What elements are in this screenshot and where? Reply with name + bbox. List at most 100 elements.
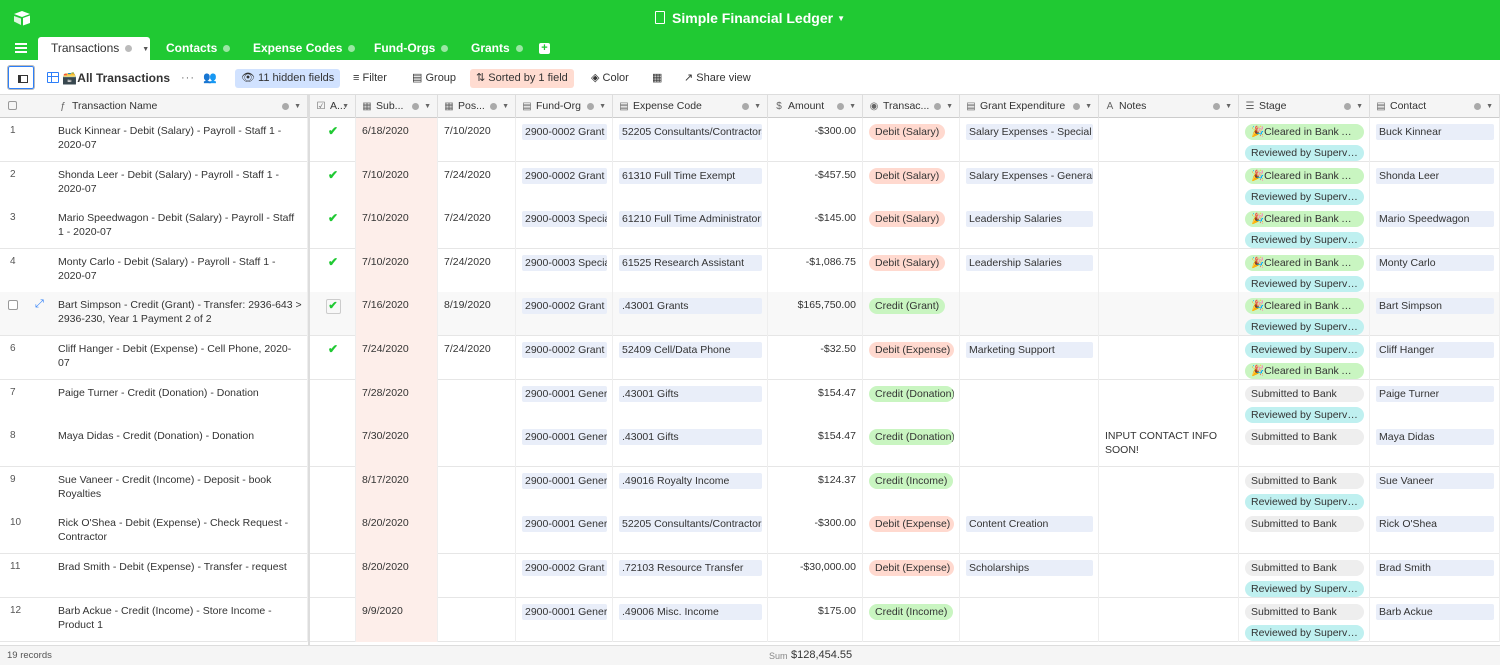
cell-approved[interactable]: ✔ (310, 118, 356, 162)
cell-contact[interactable]: Brad Smith (1370, 554, 1500, 598)
table-row[interactable]: 11 Brad Smith - Debit (Expense) - Transfe… (0, 554, 1500, 598)
table-row[interactable]: 1 Buck Kinnear - Debit (Salary) - Payroll… (0, 118, 1500, 162)
cell-amount[interactable]: -$1,086.75 (768, 248, 863, 293)
cell-transaction-type[interactable]: Credit (Income) (863, 466, 960, 511)
linked-record-chip[interactable]: Leadership Salaries (966, 211, 1093, 228)
cell-transaction-name[interactable]: Barb Ackue - Credit (Income) - Store Inc… (52, 597, 308, 642)
expand-record-icon[interactable]: ⤢ (35, 298, 44, 311)
cell-amount[interactable]: -$145.00 (768, 205, 863, 250)
cell-submitted-date[interactable]: 6/18/2020 (356, 118, 438, 162)
cell-amount[interactable]: -$457.50 (768, 161, 863, 206)
linked-record-chip[interactable]: 2900-0002 Grant (522, 342, 607, 358)
cell-contact[interactable]: Sue Vaneer (1370, 466, 1500, 511)
cell-approved[interactable] (310, 379, 356, 424)
cell-posted-date[interactable]: 7/24/2020 (438, 248, 516, 293)
cell-expense-code[interactable]: 52409 Cell/Data Phone (613, 336, 768, 380)
cell-transaction-type[interactable]: Debit (Salary) (863, 161, 960, 206)
cell-transaction-name[interactable]: Monty Carlo - Debit (Salary) - Payroll -… (52, 248, 308, 293)
linked-record-chip[interactable]: .43001 Grants (619, 298, 762, 315)
linked-record-chip[interactable]: 2900-0001 General (522, 472, 607, 489)
add-table-icon[interactable]: + (539, 43, 550, 54)
column-header-transaction-type[interactable]: ◉ Transac... ▼ (863, 95, 960, 118)
linked-record-chip[interactable]: .43001 Gifts (619, 429, 762, 446)
checkmark-icon[interactable]: ✔ (328, 168, 338, 182)
cell-approved[interactable]: ✔ (310, 248, 356, 293)
linked-record-chip[interactable]: .49006 Misc. Income (619, 603, 762, 620)
cell-contact[interactable]: Maya Didas (1370, 423, 1500, 468)
cell-fund-org[interactable]: 2900-0001 General (516, 597, 613, 642)
cell-approved[interactable]: ✔ (310, 336, 356, 380)
cell-fund-org[interactable]: 2900-0001 General (516, 379, 613, 424)
linked-record-chip[interactable]: Cliff Hanger (1376, 342, 1494, 358)
cell-submitted-date[interactable]: 8/20/2020 (356, 554, 438, 598)
cell-notes[interactable] (1099, 597, 1239, 642)
cell-submitted-date[interactable]: 7/10/2020 (356, 161, 438, 206)
linked-record-chip[interactable]: 52205 Consultants/Contractors (619, 516, 762, 533)
cell-stage[interactable]: 🎉Cleared in Bank Account Reviewed by Supe… (1239, 118, 1370, 162)
linked-record-chip[interactable]: Salary Expenses - Special Grant (966, 124, 1093, 140)
cell-stage[interactable]: 🎉Cleared in Bank Account Reviewed by Supe… (1239, 161, 1370, 206)
info-icon[interactable] (742, 103, 749, 110)
cell-fund-org[interactable]: 2900-0002 Grant (516, 292, 613, 337)
table-row[interactable]: 4 Monty Carlo - Debit (Salary) - Payroll … (0, 248, 1500, 293)
cell-stage[interactable]: Submitted to Bank Reviewed by Supervisor (1239, 466, 1370, 511)
cell-approved[interactable] (310, 423, 356, 468)
linked-record-chip[interactable]: Maya Didas (1376, 429, 1494, 446)
cell-notes[interactable] (1099, 248, 1239, 293)
cell-transaction-type[interactable]: Credit (Income) (863, 597, 960, 642)
cell-submitted-date[interactable]: 7/30/2020 (356, 423, 438, 468)
linked-record-chip[interactable]: Bart Simpson (1376, 298, 1494, 315)
checkmark-icon[interactable]: ✔ (328, 124, 338, 138)
cell-grant-expenditure[interactable] (960, 423, 1099, 468)
cell-expense-code[interactable]: 61310 Full Time Exempt (613, 161, 768, 206)
cell-stage[interactable]: Reviewed by Supervisor 🎉Cleared in Bank A… (1239, 336, 1370, 380)
chevron-down-icon[interactable]: ▼ (142, 46, 149, 53)
column-header-stage[interactable]: ☰ Stage ▼ (1239, 95, 1370, 118)
cell-transaction-type[interactable]: Credit (Donation) (863, 423, 960, 468)
linked-record-chip[interactable]: 52205 Consultants/Contractors (619, 124, 762, 140)
cell-expense-code[interactable]: 61525 Research Assistant (613, 248, 768, 293)
linked-record-chip[interactable]: Mario Speedwagon (1376, 211, 1494, 228)
linked-record-chip[interactable]: Paige Turner (1376, 385, 1494, 402)
cell-stage[interactable]: Submitted to Bank Reviewed by Supervisor (1239, 379, 1370, 424)
checkmark-icon[interactable]: ✔ (328, 255, 338, 269)
chevron-down-icon[interactable]: ▼ (849, 95, 856, 118)
cell-stage[interactable]: 🎉Cleared in Bank Account Reviewed by Supe… (1239, 292, 1370, 337)
chevron-down-icon[interactable]: ▼ (342, 95, 349, 118)
cell-fund-org[interactable]: 2900-0001 General (516, 423, 613, 468)
cell-amount[interactable]: $154.47 (768, 379, 863, 424)
cell-posted-date[interactable] (438, 554, 516, 598)
chevron-down-icon[interactable]: ▼ (1085, 95, 1092, 118)
cell-expense-code[interactable]: .43001 Grants (613, 292, 768, 337)
checkmark-icon[interactable]: ✔ (328, 342, 338, 356)
cell-contact[interactable]: Bart Simpson (1370, 292, 1500, 337)
cell-posted-date[interactable] (438, 379, 516, 424)
cell-approved[interactable] (310, 597, 356, 642)
cell-transaction-name[interactable]: Mario Speedwagon - Debit (Salary) - Payr… (52, 205, 308, 250)
column-header-contact[interactable]: ▤ Contact ▼ (1370, 95, 1500, 118)
linked-record-chip[interactable]: Brad Smith (1376, 560, 1494, 576)
cell-expense-code[interactable]: 52205 Consultants/Contractors (613, 118, 768, 162)
cell-fund-org[interactable]: 2900-0003 Special (516, 205, 613, 250)
cell-stage[interactable]: Submitted to Bank Reviewed by Supervisor (1239, 554, 1370, 598)
cell-notes[interactable] (1099, 336, 1239, 380)
cell-approved[interactable] (310, 466, 356, 511)
cell-notes[interactable] (1099, 205, 1239, 250)
cell-transaction-name[interactable]: Bart Simpson - Credit (Grant) - Transfer… (52, 292, 308, 337)
cell-posted-date[interactable]: 7/10/2020 (438, 118, 516, 162)
column-header-submitted-date[interactable]: ▦ Sub... ▼ (356, 95, 438, 118)
cell-grant-expenditure[interactable]: Leadership Salaries (960, 248, 1099, 293)
cell-posted-date[interactable]: 7/24/2020 (438, 205, 516, 250)
cell-notes[interactable] (1099, 118, 1239, 162)
cell-submitted-date[interactable]: 8/17/2020 (356, 466, 438, 511)
cell-posted-date[interactable]: 7/24/2020 (438, 336, 516, 380)
cell-grant-expenditure[interactable]: Scholarships (960, 554, 1099, 598)
cell-transaction-type[interactable]: Debit (Expense) (863, 336, 960, 380)
cell-notes[interactable] (1099, 161, 1239, 206)
linked-record-chip[interactable]: Rick O'Shea (1376, 516, 1494, 533)
chevron-down-icon[interactable]: ▼ (294, 95, 301, 118)
linked-record-chip[interactable]: 2900-0002 Grant (522, 124, 607, 140)
table-row[interactable]: 9 Sue Vaneer - Credit (Income) - Deposit … (0, 466, 1500, 511)
linked-record-chip[interactable]: 2900-0001 General (522, 429, 607, 446)
linked-record-chip[interactable]: Leadership Salaries (966, 254, 1093, 271)
